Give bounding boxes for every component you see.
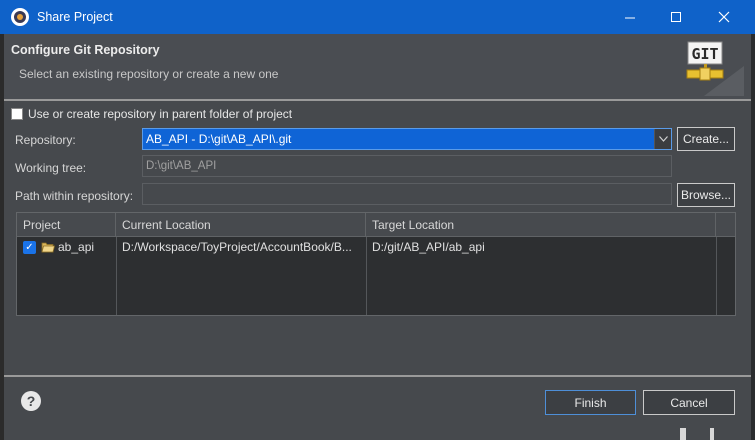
wizard-header: Configure Git Repository Select an exist… [4,34,751,99]
create-repository-button[interactable]: Create... [677,127,735,151]
column-header-project[interactable]: Project [17,213,116,237]
title-bar[interactable]: Share Project [0,0,755,34]
page-title: Configure Git Repository [11,43,160,57]
row-target-location: D:/git/AB_API/ab_api [372,240,485,254]
column-divider [366,237,367,315]
column-divider [716,237,717,315]
close-icon [718,11,730,23]
window-title: Share Project [37,10,113,24]
close-button[interactable] [701,0,747,34]
project-folder-icon [41,242,55,253]
svg-text:GIT: GIT [691,45,718,63]
working-tree-field: D:\git\AB_API [142,155,672,177]
path-within-repository-label: Path within repository: [15,189,134,203]
row-checkbox-checked[interactable]: ✓ [23,241,36,254]
chevron-down-icon[interactable] [654,129,671,149]
finish-button[interactable]: Finish [545,390,636,415]
repository-label: Repository: [15,133,76,147]
page-subtitle: Select an existing repository or create … [19,67,279,81]
finish-button-label: Finish [574,395,607,410]
background-window-edge [680,428,686,440]
maximize-button[interactable] [653,0,699,34]
minimize-icon [624,17,635,18]
row-project-name[interactable]: ab_api [58,237,114,257]
table-header: Project Current Location Target Location [17,213,735,237]
repository-value: AB_API - D:\git\AB_API\.git [146,132,292,146]
background-window-edge [710,428,714,440]
eclipse-app-icon [11,8,29,26]
window-border [751,34,755,440]
column-header-current-location[interactable]: Current Location [116,213,366,237]
use-parent-folder-checkbox[interactable]: Use or create repository in parent folde… [11,107,292,121]
working-tree-label: Working tree: [15,161,87,175]
wizard-body: Use or create repository in parent folde… [4,101,751,375]
column-header-target-location[interactable]: Target Location [366,213,716,237]
git-logo-icon: GIT [686,41,744,96]
checkbox-box[interactable] [11,108,23,120]
row-current-location: D:/Workspace/ToyProject/AccountBook/B... [122,240,352,254]
use-parent-folder-label: Use or create repository in parent folde… [28,107,293,121]
cancel-button[interactable]: Cancel [643,390,735,415]
browse-button[interactable]: Browse... [677,183,735,207]
path-within-repository-field[interactable] [142,183,672,205]
projects-table: Project Current Location Target Location… [16,212,736,316]
repository-dropdown[interactable]: AB_API - D:\git\AB_API\.git [142,128,672,150]
wizard-footer: ? Finish Cancel [4,377,751,440]
maximize-icon [670,11,681,22]
minimize-button[interactable] [607,0,653,34]
column-divider [116,237,117,315]
help-icon[interactable]: ? [21,391,41,411]
